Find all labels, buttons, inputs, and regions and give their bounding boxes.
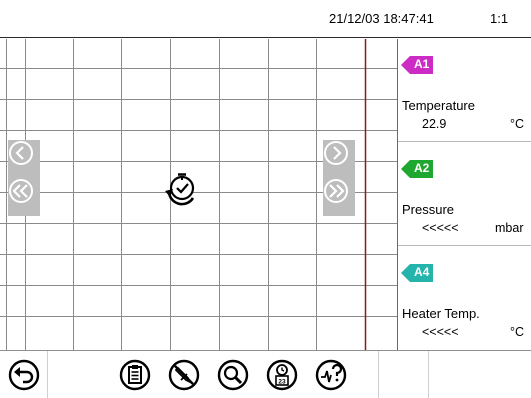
scroll-back-fast-button[interactable] xyxy=(8,178,40,216)
channel-item-a1[interactable]: A1 Temperature 22.9 °C xyxy=(398,39,531,142)
channel-unit: mbar xyxy=(495,221,524,235)
zoom-level[interactable]: 1:1 xyxy=(490,11,508,26)
signal-help-icon xyxy=(315,359,347,391)
svg-text:23: 23 xyxy=(278,379,286,386)
channel-value: 22.9 xyxy=(422,117,447,131)
clipboard-icon xyxy=(119,359,151,391)
scroll-back-icon xyxy=(9,141,33,165)
scroll-back-button[interactable] xyxy=(8,140,40,178)
recorder-chart[interactable] xyxy=(0,39,398,350)
clipboard-button[interactable] xyxy=(116,356,154,394)
channel-name: Heater Temp. xyxy=(402,306,480,321)
no-edit-icon xyxy=(168,359,200,391)
channel-item-a4[interactable]: A4 Heater Temp. <<<<< °C xyxy=(398,247,531,350)
bottom-toolbar: 23 xyxy=(0,350,531,398)
scroll-forward-fast-button[interactable] xyxy=(323,178,355,216)
scroll-back-fast-icon xyxy=(9,179,33,203)
channel-panel: A1 Temperature 22.9 °C A2 Pressure <<<<<… xyxy=(398,39,531,350)
channel-unit: °C xyxy=(510,117,525,131)
channel-value: <<<<< xyxy=(422,325,459,339)
status-header: 21/12/03 18:47:41 1:1 xyxy=(0,0,531,38)
channel-item-a2[interactable]: A2 Pressure <<<<< mbar xyxy=(398,143,531,246)
channel-value: <<<<< xyxy=(422,221,459,235)
scroll-forward-button[interactable] xyxy=(323,140,355,178)
signal-help-button[interactable] xyxy=(312,356,350,394)
edit-disabled-button[interactable] xyxy=(165,356,203,394)
channel-tag-label: A2 xyxy=(414,161,430,175)
channel-name: Pressure xyxy=(402,202,455,217)
time-jump-button[interactable] xyxy=(163,172,199,208)
channel-tag-label: A4 xyxy=(414,265,430,279)
search-icon xyxy=(217,359,249,391)
channel-tag-label: A1 xyxy=(414,57,430,71)
channel-name: Temperature xyxy=(402,98,475,113)
scroll-forward-icon xyxy=(324,141,348,165)
calendar-clock-icon: 23 xyxy=(266,359,298,391)
time-jump-icon xyxy=(165,173,195,206)
channel-unit: °C xyxy=(510,325,525,339)
calendar-clock-button[interactable]: 23 xyxy=(263,356,301,394)
back-icon xyxy=(8,359,40,391)
scroll-forward-fast-icon xyxy=(324,179,348,203)
back-button[interactable] xyxy=(5,356,43,394)
search-button[interactable] xyxy=(214,356,252,394)
datetime-display: 21/12/03 18:47:41 xyxy=(329,11,434,26)
